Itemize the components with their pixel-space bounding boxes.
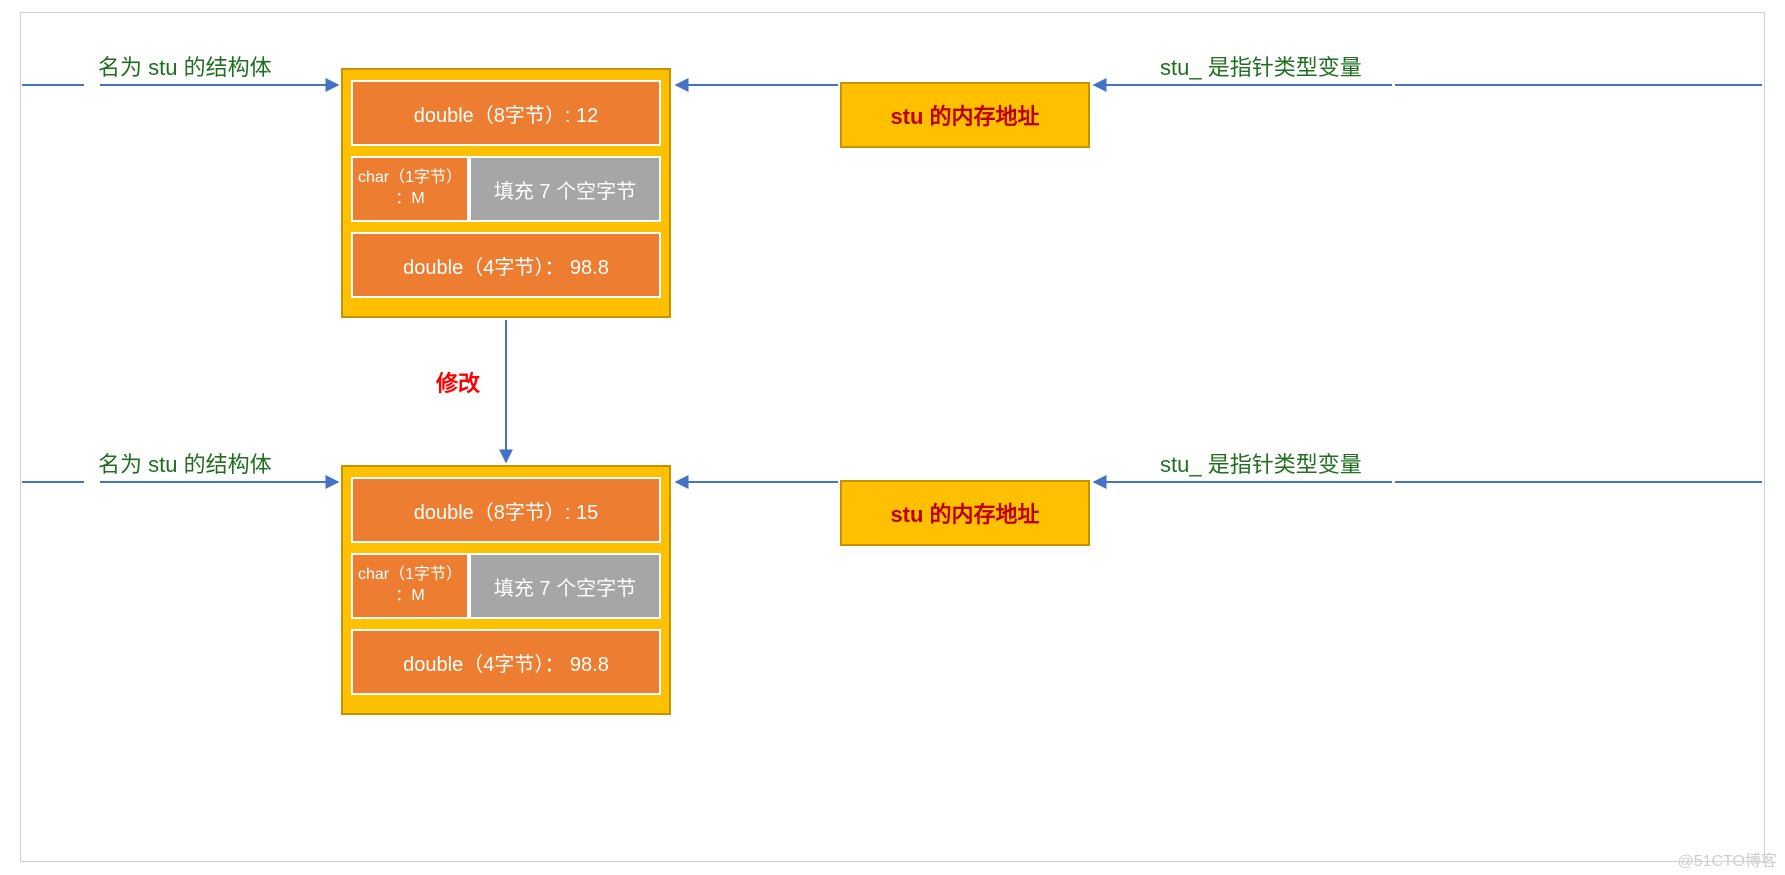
label-struct-top: 名为 stu 的结构体 bbox=[98, 50, 272, 82]
label-modify: 修改 bbox=[436, 366, 480, 398]
struct-box-top: double（8字节）: 12 char（1字节） ：M 填充 7 个空字节 d… bbox=[341, 68, 671, 318]
field-char-top: char（1字节） ：M bbox=[351, 156, 469, 222]
field-double-age-top: double（8字节）: 12 bbox=[351, 80, 661, 146]
struct-box-bottom: double（8字节）: 15 char（1字节） ：M 填充 7 个空字节 d… bbox=[341, 465, 671, 715]
char-line1-bottom: char（1字节） bbox=[358, 565, 462, 586]
char-line2-bottom: ：M bbox=[395, 586, 424, 607]
addr-box-top: stu 的内存地址 bbox=[840, 82, 1090, 148]
field-double-score-bottom: double（4字节）： 98.8 bbox=[351, 629, 661, 695]
field-char-row-bottom: char（1字节） ：M 填充 7 个空字节 bbox=[351, 553, 661, 619]
field-double-age-bottom: double（8字节）: 15 bbox=[351, 477, 661, 543]
watermark: @51CTO博客 bbox=[1677, 847, 1777, 871]
label-pointer-top: stu_ 是指针类型变量 bbox=[1160, 50, 1362, 82]
field-char-bottom: char（1字节） ：M bbox=[351, 553, 469, 619]
addr-box-bottom: stu 的内存地址 bbox=[840, 480, 1090, 546]
label-pointer-bottom: stu_ 是指针类型变量 bbox=[1160, 447, 1362, 479]
field-padding-top: 填充 7 个空字节 bbox=[469, 156, 661, 222]
field-char-row-top: char（1字节） ：M 填充 7 个空字节 bbox=[351, 156, 661, 222]
label-struct-bottom: 名为 stu 的结构体 bbox=[98, 447, 272, 479]
field-padding-bottom: 填充 7 个空字节 bbox=[469, 553, 661, 619]
field-double-score-top: double（4字节）： 98.8 bbox=[351, 232, 661, 298]
char-line1-top: char（1字节） bbox=[358, 168, 462, 189]
char-line2-top: ：M bbox=[395, 189, 424, 210]
